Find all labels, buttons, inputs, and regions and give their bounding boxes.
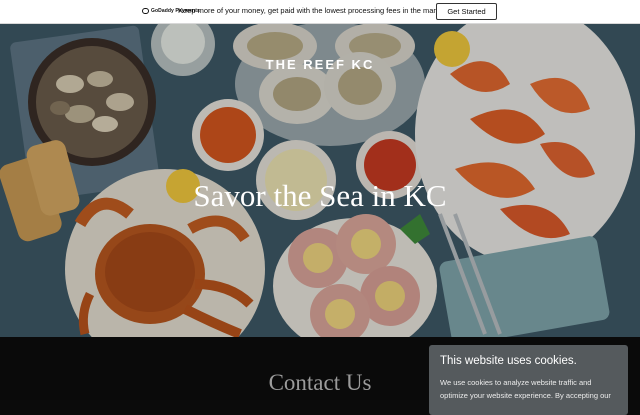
site-title[interactable]: THE REEF KC xyxy=(0,57,640,72)
get-started-button[interactable]: Get Started xyxy=(436,3,497,20)
promo-message: Keep more of your money, get paid with t… xyxy=(178,6,448,15)
hero-section: THE REEF KC Savor the Sea in KC xyxy=(0,24,640,337)
cookie-message-line: optimize your website experience. By acc… xyxy=(440,391,611,400)
cookie-message: We use cookies to analyze website traffi… xyxy=(440,376,617,402)
cookie-banner: This website uses cookies. We use cookie… xyxy=(429,345,628,415)
cookie-message-line: We use cookies to analyze website traffi… xyxy=(440,378,592,387)
cookie-title: This website uses cookies. xyxy=(440,355,577,367)
godaddy-logo-icon xyxy=(142,8,149,14)
hero-heading: Savor the Sea in KC xyxy=(193,178,447,213)
promo-bar: GoDaddy Payments Keep more of your money… xyxy=(0,0,640,24)
